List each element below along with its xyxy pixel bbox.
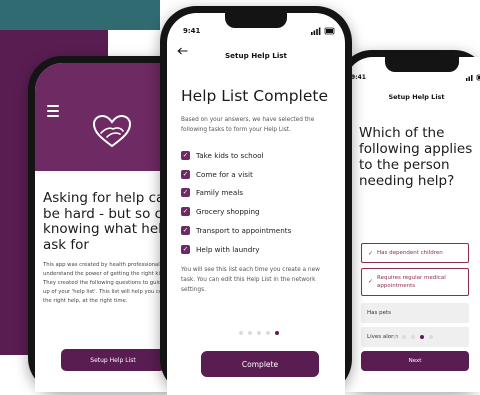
checkbox-checked-icon[interactable]: ✓ — [181, 226, 190, 236]
check-icon: ✓ — [368, 278, 374, 285]
pagination-dot — [248, 331, 252, 335]
task-label: Help with laundry — [196, 244, 260, 254]
intro-text: Based on your answers, we have selected … — [181, 117, 315, 133]
task-item[interactable]: ✓ Family meals — [181, 184, 291, 203]
option-label: Has dependent children — [377, 250, 443, 256]
edit-note-text: You will see this list each time you cre… — [181, 267, 320, 293]
middle-phone: 9:41 Setup Help List Help List Complete … — [160, 6, 352, 395]
status-time: 9:41 — [351, 74, 366, 81]
checkbox-checked-icon[interactable]: ✓ — [181, 150, 190, 160]
pagination-dot-active — [275, 331, 279, 335]
option-label: Requires regular medical appointments — [377, 275, 446, 289]
task-label: Grocery shopping — [196, 207, 260, 217]
task-item[interactable]: ✓ Help with laundry — [181, 240, 291, 259]
complete-button[interactable]: Complete — [201, 351, 319, 377]
checkbox-checked-icon[interactable]: ✓ — [181, 188, 190, 198]
checkbox-checked-icon[interactable]: ✓ — [181, 244, 190, 254]
background-teal-block — [0, 0, 160, 30]
checkbox-checked-icon[interactable]: ✓ — [181, 207, 190, 217]
option-has-pets[interactable]: Has pets — [361, 303, 469, 323]
status-icons — [311, 27, 335, 37]
check-icon: ✓ — [368, 249, 374, 257]
pagination-dot — [266, 331, 270, 335]
pagination-dot-active — [420, 335, 424, 339]
task-label: Family meals — [196, 188, 243, 198]
pagination-dot — [393, 335, 397, 339]
status-time: 9:41 — [183, 27, 201, 35]
phone-notch — [385, 57, 459, 72]
middle-screen-header: Setup Help List — [224, 51, 287, 60]
task-label: Take kids to school — [196, 150, 264, 160]
phone-notch — [225, 13, 287, 28]
checkbox-checked-icon[interactable]: ✓ — [181, 169, 190, 179]
task-item[interactable]: ✓ Grocery shopping — [181, 202, 291, 221]
option-label: Has pets — [367, 310, 392, 316]
pagination-dots — [393, 335, 433, 339]
next-button[interactable]: Next — [361, 351, 469, 371]
right-phone: 9:41 Setup Help List Which of the follow… — [338, 50, 480, 392]
hamburger-icon[interactable] — [47, 105, 59, 120]
task-list: ✓ Take kids to school ✓ Come for a visit ✓… — [181, 146, 291, 259]
pagination-dot — [239, 331, 243, 335]
task-item[interactable]: ✓ Transport to appointments — [181, 221, 291, 240]
right-phone-screen: 9:41 Setup Help List Which of the follow… — [345, 57, 480, 392]
pagination-dot — [402, 335, 406, 339]
setup-help-list-button[interactable]: Setup Help List — [61, 349, 165, 371]
task-label: Come for a visit — [196, 169, 253, 179]
help-list-complete-title: Help List Complete — [181, 87, 328, 105]
option-has-dependent-children[interactable]: ✓ Has dependent children — [361, 243, 469, 263]
question-text: Which of the following applies to the pe… — [359, 125, 473, 189]
task-label: Transport to appointments — [196, 226, 292, 236]
option-requires-medical-appointments[interactable]: ✓ Requires regular medical appointments — [361, 268, 469, 296]
pagination-dot — [429, 335, 433, 339]
pagination-dot — [411, 335, 415, 339]
task-item[interactable]: ✓ Come for a visit — [181, 165, 291, 184]
pagination-dot — [257, 331, 261, 335]
task-item[interactable]: ✓ Take kids to school — [181, 146, 291, 165]
right-screen-header: Setup Help List — [388, 93, 445, 101]
middle-phone-screen: 9:41 Setup Help List Help List Complete … — [167, 13, 345, 395]
heart-hands-icon — [91, 113, 133, 153]
status-icons — [466, 74, 480, 83]
pagination-dots — [239, 331, 279, 335]
